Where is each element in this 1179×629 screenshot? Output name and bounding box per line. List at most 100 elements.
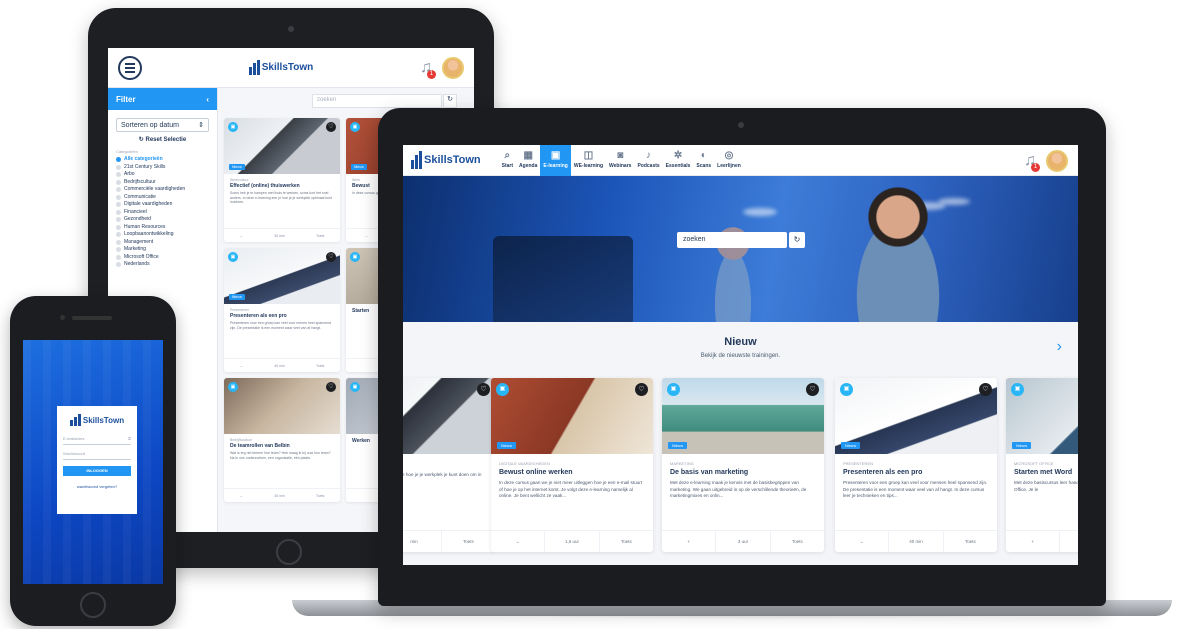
course-footer: + [1006, 530, 1078, 552]
category-item[interactable]: 21st Century Skills [116, 164, 209, 172]
sort-select[interactable]: Sorteren op datum ⇕ [116, 118, 209, 132]
category-item[interactable]: Alle categorieën [116, 156, 209, 164]
tablet-header: SkillsTown ♫ 1 [108, 48, 474, 88]
chevron-left-icon[interactable]: ‹ [206, 95, 209, 104]
radio-dot-icon [116, 187, 121, 193]
nav-item-webinars[interactable]: ◙ Webinars [606, 145, 634, 176]
category-label: Nederlands [124, 261, 150, 267]
course-type-icon: ▣ [667, 383, 680, 396]
nav-item-e-learning[interactable]: ▣ E-learning [540, 145, 571, 176]
category-item[interactable]: Loopbaanontwikkeling [116, 231, 209, 239]
course-meta: 30 min [274, 233, 285, 238]
category-label: Commerciële vaardigheden [124, 186, 186, 192]
bell-icon[interactable]: ♫ 1 [1024, 152, 1040, 172]
category-item[interactable]: Digitale vaardigheden [116, 201, 209, 209]
course-category: Presenteren [843, 461, 874, 466]
heart-icon[interactable]: ♡ [806, 383, 819, 396]
course-card[interactable]: ▣ ♡ Bedrijfscultuur De teamrollen van Belbi… [224, 378, 340, 502]
nav-item-podcasts[interactable]: ♪ Podcasts [634, 145, 662, 176]
course-type-icon: ▣ [228, 122, 238, 132]
laptop-header: SkillsTown ⌕ Start ▦ Agenda ▣ E-learning ◫ WE-l… [403, 145, 1078, 176]
course-footer: ↔ 1,5 uur Toets [491, 530, 653, 552]
heart-icon[interactable]: ♡ [326, 122, 336, 132]
course-carousel: ♡ te werken te werken, soms kan het leer j… [403, 374, 1078, 565]
reset-label: Reset Selectie [145, 137, 187, 143]
course-card[interactable]: ▣ ♡ Nieuw Digitale vaardigheden Bewust onlin… [491, 378, 653, 552]
phone-camera [60, 315, 65, 320]
course-card[interactable]: ▣ Nieuw Microsoft Office Starten met Word Me… [1006, 378, 1078, 552]
heart-icon[interactable]: ♡ [326, 382, 336, 392]
course-meta: 40 min [274, 363, 285, 368]
refresh-icon[interactable]: ↻ [789, 232, 805, 248]
category-item[interactable]: Gezondheid [116, 216, 209, 224]
logo-text: SkillsTown [261, 62, 314, 73]
heart-icon[interactable]: ♡ [979, 383, 992, 396]
nav-item-start[interactable]: ⌕ Start [499, 145, 516, 176]
course-footer: ↔ 40 min Toets [835, 530, 997, 552]
tablet-search-input[interactable]: zoeken ↻ [312, 94, 457, 108]
radio-dot-icon [116, 202, 121, 208]
nav-item-we-learning[interactable]: ◫ WE-learning [571, 145, 606, 176]
section-title: Nieuw [724, 336, 757, 348]
nav-item-scans[interactable]: ◐ Scans [693, 145, 714, 176]
menu-icon[interactable] [118, 55, 142, 80]
category-item[interactable]: Communicatie [116, 194, 209, 202]
course-card[interactable]: ▣ ♡ Nieuw Werkcultuur Effectief (online) thu… [224, 118, 340, 242]
course-image: ▣ Nieuw [1006, 378, 1078, 454]
category-item[interactable]: Financieel [116, 209, 209, 217]
category-item[interactable]: Commerciële vaardigheden [116, 186, 209, 194]
new-section: Nieuw Bekijk de nieuwste trainingen. › [403, 322, 1078, 374]
hero-banner: zoeken ↻ [403, 176, 1078, 322]
chevron-right-icon[interactable]: › [1057, 338, 1062, 356]
heart-icon[interactable]: ♡ [477, 383, 490, 396]
category-item[interactable]: Microsoft Office [116, 254, 209, 262]
reset-selection-button[interactable]: ↻ Reset Selectie [108, 136, 217, 143]
radio-dot-icon [116, 239, 121, 245]
nav-item-essentials[interactable]: ✲ Essentials [663, 145, 694, 176]
course-card[interactable]: ♡ te werken te werken, soms kan het leer j… [403, 378, 495, 552]
course-description: Met deze basiscursus leer handelingen in… [1014, 480, 1078, 492]
tablet-logo[interactable]: SkillsTown [248, 60, 314, 75]
course-card[interactable]: ▣ ♡ Nieuw Presenteren Presenteren als een pr… [224, 248, 340, 372]
bell-icon[interactable]: ♫ 1 [420, 59, 436, 79]
course-meta: ↔ [239, 493, 244, 498]
category-item[interactable]: Management [116, 239, 209, 247]
category-item[interactable]: Marketing [116, 246, 209, 254]
forgot-password-link[interactable]: wachtwoord vergeten? [63, 484, 131, 489]
email-field[interactable]: E-mailadres ⚿ [63, 436, 131, 445]
category-item[interactable]: Bedrijfscultuur [116, 179, 209, 187]
radio-dot-icon [116, 172, 121, 178]
course-description: Presenteren voor een groep kan veel voor… [843, 480, 988, 498]
category-item[interactable]: Human Resources [116, 224, 209, 232]
login-button[interactable]: INLOGGEN [63, 466, 131, 476]
category-item[interactable]: Arbo [116, 171, 209, 179]
password-field[interactable]: Wachtwoord [63, 451, 131, 460]
avatar[interactable] [1046, 150, 1068, 172]
course-meta: Toets [316, 233, 325, 238]
course-image: ▣ ♡ Nieuw [662, 378, 824, 454]
laptop-logo[interactable]: SkillsTown [411, 151, 481, 169]
nav-item-agenda[interactable]: ▦ Agenda [516, 145, 540, 176]
course-description: Met deze e-learning maak je kennis met d… [670, 480, 807, 498]
category-item[interactable]: Nederlands [116, 261, 209, 269]
avatar[interactable] [442, 56, 464, 79]
nav-item-leerlijnen[interactable]: ◎ Leerlijnen [714, 145, 744, 176]
course-type-icon: ▣ [496, 383, 509, 396]
logo-text: SkillsTown [424, 154, 481, 166]
course-card[interactable]: ▣ ♡ Nieuw Marketing De basis van marketing Me… [662, 378, 824, 552]
course-category: Bedrijfscultuur [230, 438, 253, 442]
refresh-icon[interactable]: ↻ [443, 94, 457, 108]
filter-bar[interactable]: Filter ‹ [108, 88, 217, 110]
nav-label: Agenda [519, 163, 538, 169]
course-meta: Toets [316, 493, 325, 498]
nav-label: Leerlijnen [717, 163, 741, 169]
heart-icon[interactable]: ♡ [326, 252, 336, 262]
course-card[interactable]: ▣ ♡ Nieuw Presenteren Presenteren als een pr… [835, 378, 997, 552]
hero-search-input[interactable]: zoeken [677, 232, 787, 248]
course-image: ▣ ♡ Nieuw [835, 378, 997, 454]
heart-icon[interactable]: ♡ [635, 383, 648, 396]
category-label: Digitale vaardigheden [124, 201, 173, 207]
tablet-search-placeholder: zoeken [317, 97, 337, 103]
category-label: Marketing [124, 246, 146, 252]
category-label: Management [124, 238, 154, 245]
